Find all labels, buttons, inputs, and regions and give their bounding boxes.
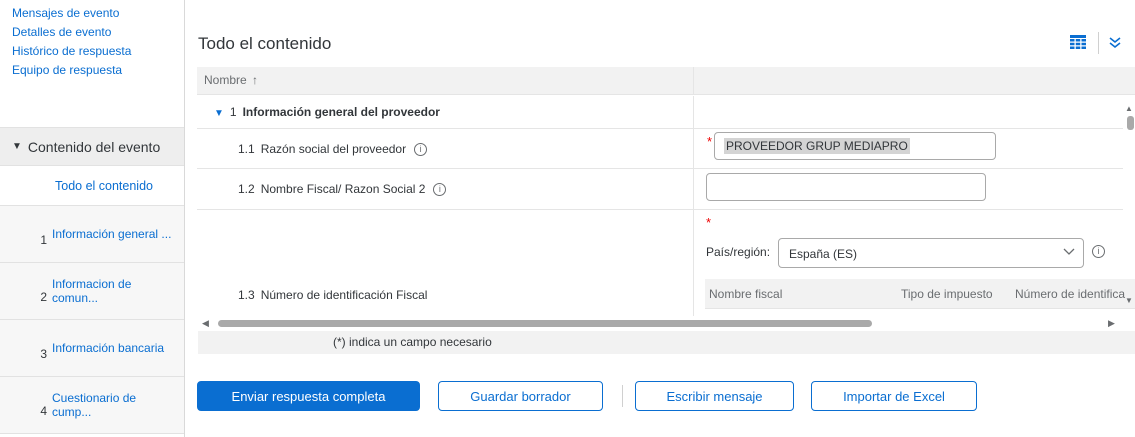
question-text: Número de identificación Fiscal	[260, 288, 428, 302]
column-header-label: Nombre	[204, 73, 247, 87]
sidebar-link-response-team[interactable]: Equipo de respuesta	[12, 61, 184, 80]
question-label: 1.1 Razón social del proveedor i	[238, 142, 428, 157]
section-label: Información general del proveedor	[242, 105, 440, 119]
required-marker: *	[706, 215, 712, 230]
main-content: Todo el contenido Nombre ↑ ▼ 1 Información…	[185, 0, 1135, 437]
section-title: ▼ 1 Información general del proveedor	[214, 105, 440, 119]
sidebar-item-all-content[interactable]: Todo el contenido	[0, 166, 184, 206]
column-header-id-number: Número de identifica	[1015, 287, 1126, 301]
scroll-thumb[interactable]	[1127, 116, 1134, 130]
question-cell: 1.2 Nombre Fiscal/ Razon Social 2 i	[197, 169, 694, 209]
column-header-fiscal-name: Nombre fiscal	[709, 287, 783, 301]
sidebar-item-label: Información general ...	[52, 227, 172, 241]
question-cell: 1.3 Número de identificación Fiscal	[197, 210, 694, 316]
question-number: 1.3	[238, 288, 255, 302]
sidebar-link-response-history[interactable]: Histórico de respuesta	[12, 42, 184, 61]
question-label: 1.2 Nombre Fiscal/ Razon Social 2 i	[238, 182, 447, 197]
sidebar-item-communication-info[interactable]: 2 Informacion de comun...	[0, 263, 184, 320]
sidebar-item-label: Información bancaria	[52, 341, 165, 355]
footnote-bar: (*) indica un campo necesario	[198, 331, 1135, 354]
page-title: Todo el contenido	[198, 34, 332, 53]
sidebar-section-label: Contenido del evento	[27, 138, 161, 155]
info-icon[interactable]: i	[1092, 245, 1105, 258]
table-view-icon[interactable]	[1070, 35, 1086, 49]
tax-id-subtable-header: Nombre fiscal Tipo de impuesto Número de…	[705, 279, 1135, 309]
sidebar: Mensajes de evento Detalles de evento Hi…	[0, 0, 185, 437]
sidebar-link-event-messages[interactable]: Mensajes de evento	[12, 4, 184, 23]
caret-down-icon[interactable]: ▼	[214, 108, 224, 119]
column-header-tax-type: Tipo de impuesto	[901, 287, 993, 301]
chevron-down-icon	[1063, 244, 1075, 261]
country-select-value: España (ES)	[789, 247, 858, 261]
button-divider	[622, 385, 623, 407]
sidebar-item-number: 3	[40, 347, 47, 361]
question-text: Razón social del proveedor	[260, 142, 407, 156]
import-excel-button[interactable]: Importar de Excel	[811, 381, 977, 411]
scroll-down-icon[interactable]: ▼	[1125, 296, 1133, 305]
info-icon[interactable]: i	[433, 183, 447, 197]
sidebar-section-event-content[interactable]: ▼ Contenido del evento	[0, 127, 184, 166]
vertical-scrollbar[interactable]: ▲ ▼	[1125, 96, 1135, 310]
question-text: Nombre Fiscal/ Razon Social 2	[260, 182, 426, 196]
horizontal-scrollbar[interactable]: ◀ ▶	[198, 316, 1122, 332]
required-footnote: (*) indica un campo necesario	[333, 335, 492, 349]
question-number: 1.2	[238, 182, 255, 196]
double-chevron-down-icon[interactable]	[1109, 36, 1121, 50]
scroll-thumb[interactable]	[218, 320, 872, 327]
scroll-left-icon[interactable]: ◀	[202, 318, 209, 329]
country-label: País/región:	[706, 245, 771, 259]
fiscal-name-input[interactable]	[706, 173, 986, 201]
required-marker: *	[707, 134, 713, 149]
toolbar-divider	[1098, 32, 1099, 54]
sidebar-item-compliance-questionnaire[interactable]: 4 Cuestionario de cump...	[0, 377, 184, 434]
input-value: PROVEEDOR GRUP MEDIAPRO	[724, 138, 910, 154]
save-draft-button[interactable]: Guardar borrador	[438, 381, 603, 411]
sidebar-item-bank-info[interactable]: 3 Información bancaria	[0, 320, 184, 377]
scroll-right-icon[interactable]: ▶	[1108, 318, 1115, 329]
sidebar-item-number: 4	[40, 404, 47, 418]
scroll-up-icon[interactable]: ▲	[1125, 104, 1133, 113]
question-label: 1.3 Número de identificación Fiscal	[238, 288, 427, 302]
caret-down-icon: ▼	[12, 141, 22, 152]
submit-response-button[interactable]: Enviar respuesta completa	[197, 381, 420, 411]
info-icon[interactable]: i	[414, 143, 428, 157]
sidebar-item-label: Informacion de comun...	[52, 277, 132, 305]
sort-ascending-icon: ↑	[252, 73, 259, 87]
country-select[interactable]: España (ES)	[778, 238, 1084, 268]
sidebar-links: Mensajes de evento Detalles de evento Hi…	[0, 0, 184, 80]
sidebar-link-event-details[interactable]: Detalles de evento	[12, 23, 184, 42]
column-header-name[interactable]: Nombre ↑	[197, 67, 694, 95]
table-header: Nombre ↑	[197, 67, 1135, 95]
write-message-button[interactable]: Escribir mensaje	[635, 381, 794, 411]
sidebar-item-number: 1	[40, 233, 47, 247]
question-cell: 1.1 Razón social del proveedor i	[197, 129, 694, 168]
section-cell: ▼ 1 Información general del proveedor	[197, 96, 694, 128]
sidebar-item-general-info[interactable]: 1 Información general ...	[0, 206, 184, 263]
sidebar-item-label: Cuestionario de cump...	[52, 391, 137, 419]
question-number: 1.1	[238, 142, 255, 156]
section-row[interactable]: ▼ 1 Información general del proveedor	[197, 96, 1123, 129]
sidebar-item-number: 2	[40, 290, 47, 304]
section-number: 1	[229, 105, 237, 119]
supplier-name-input[interactable]: PROVEEDOR GRUP MEDIAPRO	[714, 132, 996, 160]
